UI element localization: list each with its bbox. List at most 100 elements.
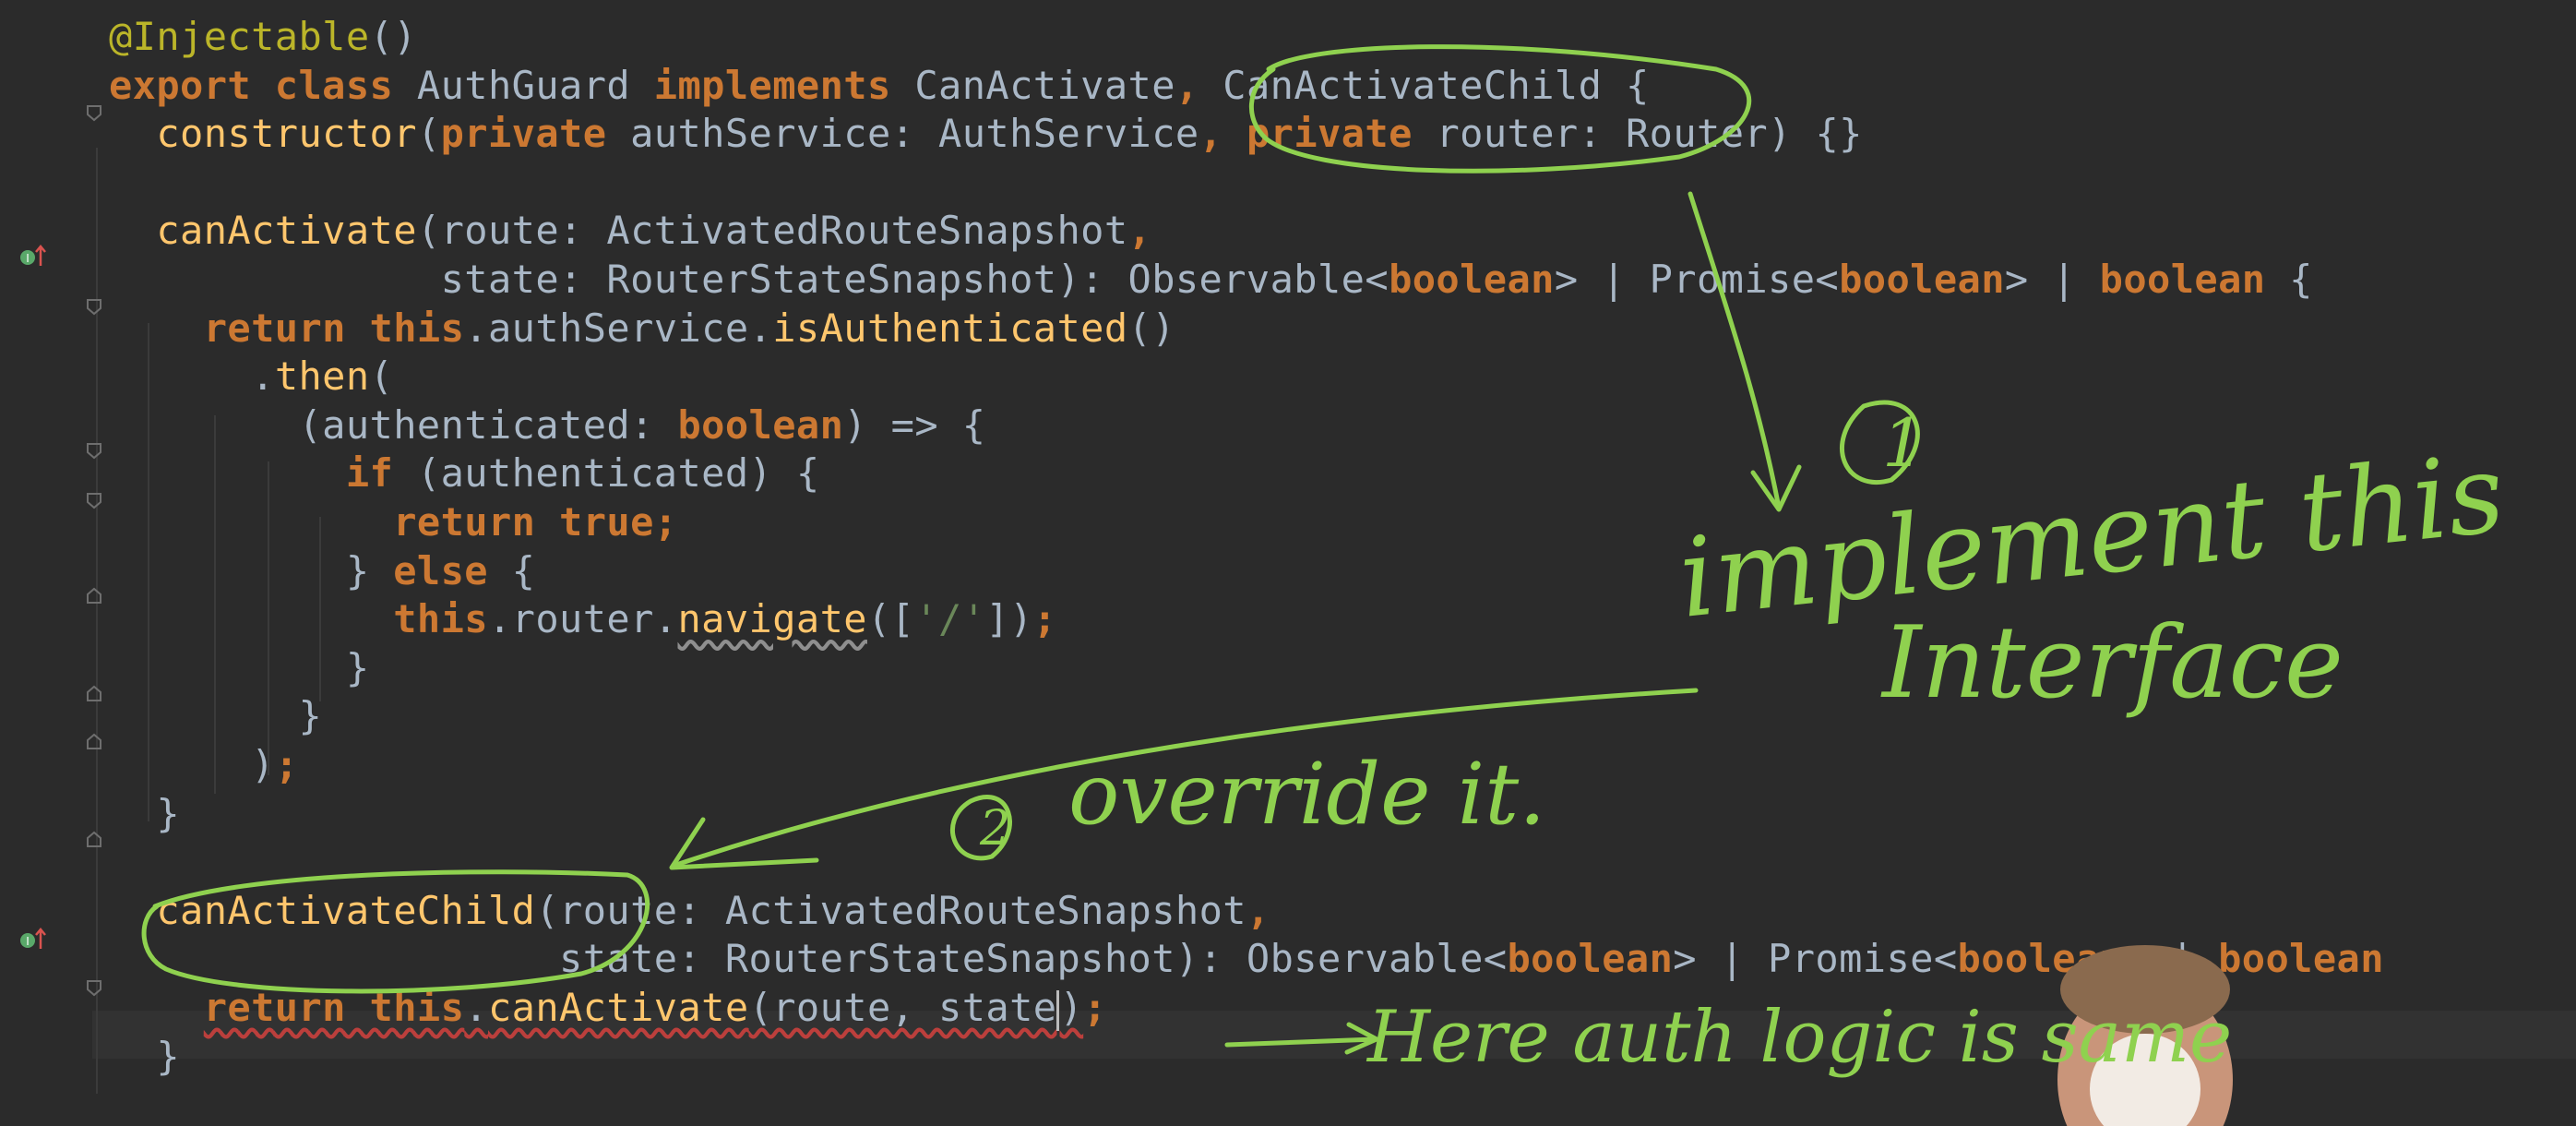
- code-token: @Injectable: [109, 14, 370, 59]
- code-token: authService: AuthService: [630, 111, 1199, 157]
- code-token: }: [109, 693, 323, 739]
- code-token: implements: [653, 62, 915, 108]
- code-token: '/': [914, 596, 986, 642]
- code-token: boolean: [1839, 257, 2005, 302]
- code-token: CanActivateChild {: [1222, 62, 1650, 108]
- code-token: }: [109, 547, 394, 593]
- code-line[interactable]: return true;: [109, 498, 677, 546]
- fold-toggle-icon[interactable]: [85, 685, 103, 703]
- svg-text:I: I: [26, 252, 30, 265]
- code-token: constructor: [156, 111, 417, 157]
- fold-toggle-icon[interactable]: [85, 297, 103, 316]
- code-token: > |: [2004, 257, 2100, 302]
- code-token: .: [109, 353, 275, 400]
- code-token: boolean: [1507, 936, 1674, 982]
- code-token: (: [369, 353, 394, 400]
- code-token: AuthGuard: [416, 62, 654, 108]
- code-token: ) => {: [843, 401, 986, 448]
- code-token: ): [109, 742, 275, 787]
- code-token: (route: ActivatedRouteSnapshot: [535, 887, 1246, 933]
- code-line[interactable]: canActivateChild(route: ActivatedRouteSn…: [109, 887, 1270, 935]
- code-token: ;: [1083, 985, 1107, 1030]
- code-line[interactable]: canActivate(route: ActivatedRouteSnapsho…: [109, 207, 1151, 255]
- code-token: return this: [203, 305, 465, 351]
- code-token: private: [1246, 111, 1437, 157]
- code-token: }: [109, 1033, 181, 1079]
- code-line[interactable]: .then(: [109, 353, 393, 401]
- code-token: ,: [1175, 62, 1223, 108]
- implements-marker-icon[interactable]: I: [18, 242, 48, 270]
- code-line[interactable]: state: RouterStateSnapshot): Observable<…: [109, 256, 2313, 304]
- code-token: ): [1059, 985, 1084, 1030]
- code-token: ;: [1032, 596, 1057, 642]
- code-token: navigate: [677, 596, 867, 642]
- code-token: }: [109, 644, 370, 690]
- code-token: {: [2289, 257, 2313, 302]
- code-line[interactable]: constructor(private authService: AuthSer…: [109, 110, 1863, 158]
- code-token: boolean: [677, 401, 844, 448]
- fold-toggle-icon[interactable]: [85, 491, 103, 509]
- code-line[interactable]: }: [109, 1033, 180, 1081]
- code-line[interactable]: }: [109, 790, 180, 838]
- code-token: (authenticated) {: [416, 450, 820, 497]
- code-token: canActivate: [488, 985, 749, 1030]
- code-token: ]): [985, 596, 1033, 642]
- code-token: private: [440, 111, 631, 157]
- code-token: router: Router) {}: [1436, 111, 1863, 157]
- code-token: canActivate: [156, 208, 417, 254]
- code-token: (): [369, 14, 417, 59]
- code-token: state: RouterStateSnapshot): Observable<: [109, 257, 1389, 302]
- fold-toggle-icon[interactable]: [85, 733, 103, 751]
- code-token: ,: [1246, 887, 1270, 933]
- code-token: boolean: [2099, 257, 2290, 302]
- code-token: canActivateChild: [156, 887, 536, 933]
- implements-marker-icon[interactable]: I: [18, 925, 48, 952]
- code-line[interactable]: }: [109, 692, 322, 740]
- code-token: boolean: [1389, 257, 1555, 302]
- code-line[interactable]: }: [109, 644, 370, 692]
- fold-toggle-icon[interactable]: [85, 441, 103, 460]
- indent-guide: [96, 148, 98, 1094]
- fold-toggle-icon[interactable]: [85, 587, 103, 605]
- code-line[interactable]: (authenticated: boolean) => {: [109, 401, 985, 449]
- code-line[interactable]: );: [109, 741, 299, 789]
- code-token: (: [416, 111, 441, 157]
- code-token: ([: [866, 596, 915, 642]
- svg-text:I: I: [26, 935, 30, 948]
- presenter-video: [2057, 945, 2233, 1126]
- code-line[interactable]: export class AuthGuard implements CanAct…: [109, 62, 1650, 110]
- code-token: then: [274, 353, 370, 400]
- code-line[interactable]: this.router.navigate(['/']);: [109, 595, 1056, 643]
- fold-toggle-icon[interactable]: [85, 978, 103, 997]
- code-token: ,: [1127, 208, 1152, 254]
- code-line[interactable]: } else {: [109, 547, 535, 595]
- code-line[interactable]: if (authenticated) {: [109, 449, 820, 497]
- code-line[interactable]: @Injectable(): [109, 13, 417, 61]
- code-token: > | Promise<: [1554, 257, 1840, 302]
- code-token: .: [464, 985, 488, 1030]
- code-token: (): [1127, 305, 1175, 351]
- code-token: (authenticated:: [109, 401, 678, 448]
- code-token: .router.: [487, 596, 678, 642]
- code-editor[interactable]: I I @Injectable() export class AuthGuard …: [0, 0, 2576, 1094]
- code-token: .authService.: [464, 305, 773, 351]
- code-token: CanActivate: [914, 62, 1175, 108]
- code-token: ;: [274, 742, 299, 787]
- fold-toggle-icon[interactable]: [85, 831, 103, 849]
- code-token: }: [109, 790, 181, 836]
- code-token: ,: [1199, 111, 1246, 157]
- code-token: > | Promise<: [1673, 936, 1958, 982]
- code-token: {: [511, 547, 536, 593]
- fold-toggle-icon[interactable]: [85, 103, 103, 122]
- code-token: if: [345, 450, 417, 497]
- code-line[interactable]: return this.canActivate(route, state);: [109, 984, 1107, 1032]
- code-line[interactable]: return this.authService.isAuthenticated(…: [109, 305, 1175, 353]
- code-token: state: RouterStateSnapshot): Observable<: [109, 936, 1508, 982]
